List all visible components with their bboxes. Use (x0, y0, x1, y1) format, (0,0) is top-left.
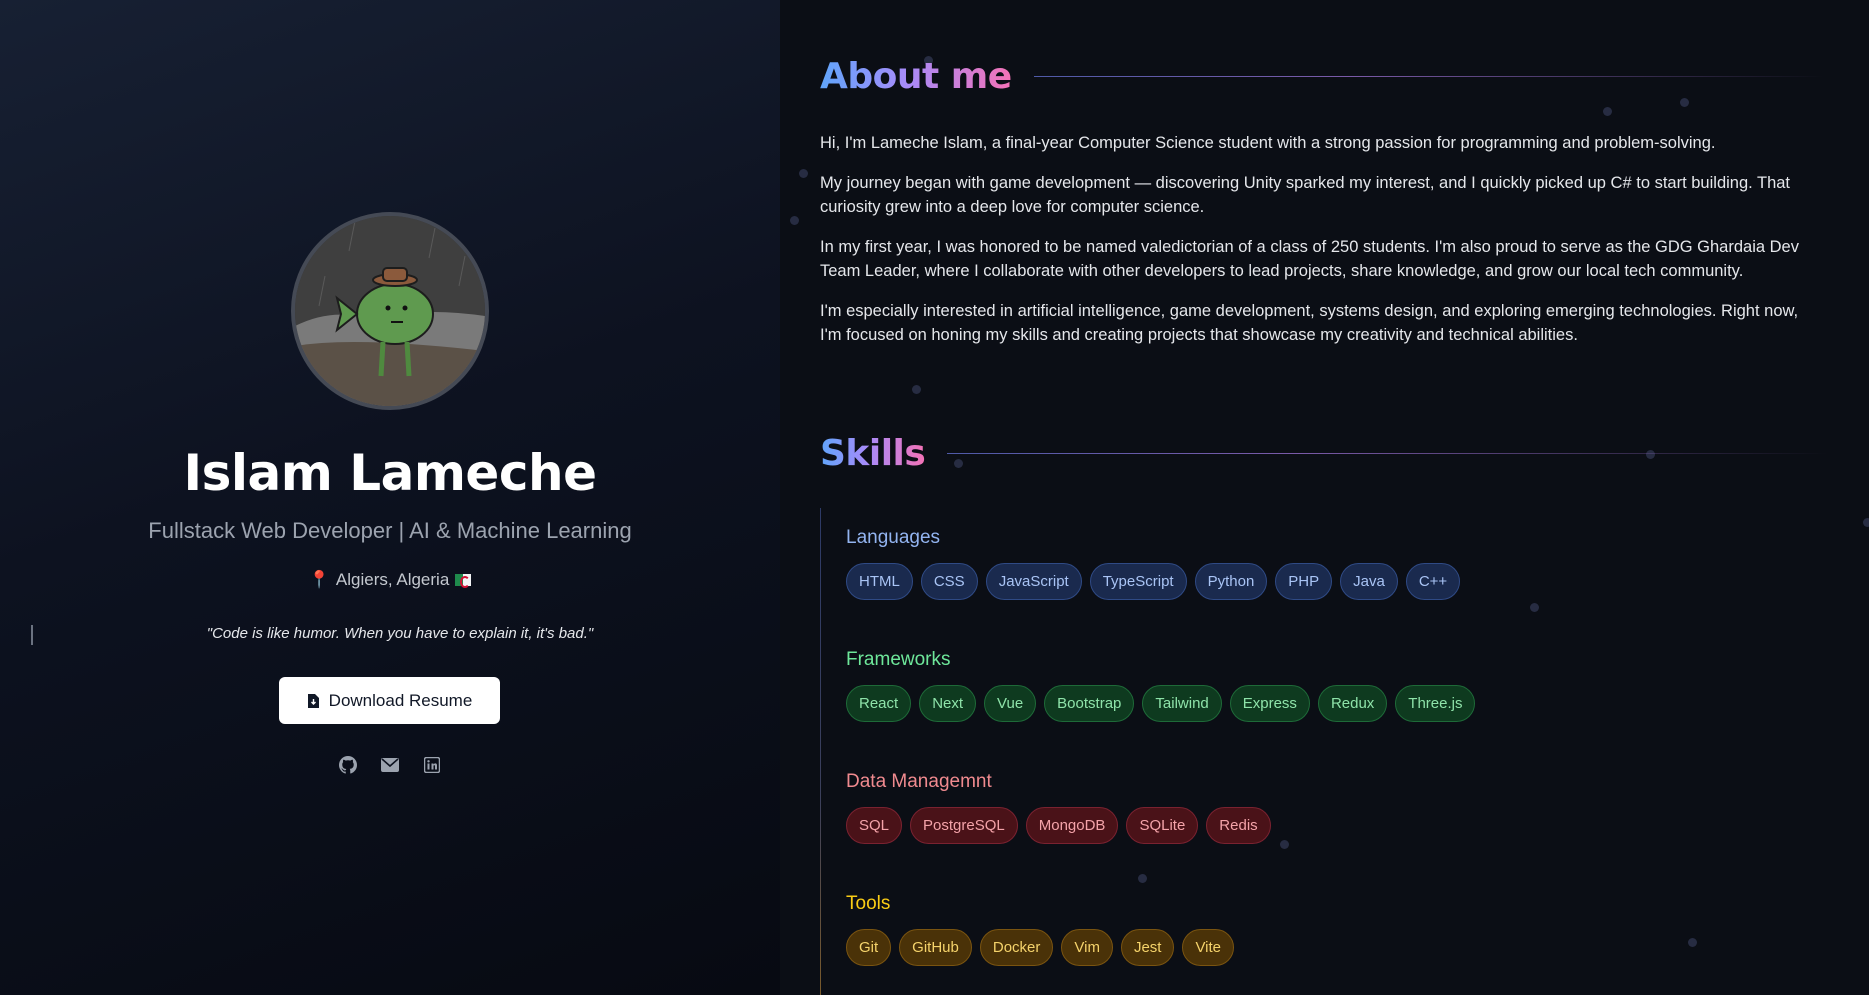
skill-chip: Next (919, 685, 977, 722)
file-download-icon (307, 693, 319, 708)
skill-chip: Vite (1182, 929, 1235, 966)
algeria-flag-icon (455, 574, 472, 588)
skill-group-data: Data Managemnt SQL PostgreSQL MongoDB SQ… (846, 771, 1271, 844)
skill-chip: CSS (920, 563, 978, 600)
skill-group-title: Frameworks (846, 649, 951, 670)
github-icon[interactable] (338, 755, 358, 775)
location-pin-icon: 📍 (308, 570, 330, 589)
profile-quote: "Code is like humor. When you have to ex… (206, 625, 594, 642)
skill-chip: Vim (1061, 929, 1113, 966)
skill-chip: Bootstrap (1044, 685, 1135, 722)
background-dot (799, 169, 808, 178)
skill-chip: Docker (979, 929, 1054, 966)
skill-chip: C++ (1405, 563, 1461, 600)
about-paragraph: I'm especially interested in artificial … (820, 302, 1799, 344)
skill-chip: PostgreSQL (910, 807, 1018, 844)
skill-chip: Express (1229, 685, 1310, 722)
profile-location: 📍 Algiers, Algeria (0, 570, 780, 590)
about-divider (1033, 76, 1824, 77)
background-dot (1680, 98, 1689, 107)
skill-chip: Git (846, 929, 892, 966)
skill-chip: Python (1194, 563, 1268, 600)
skill-chip: Three.js (1395, 685, 1476, 722)
skill-chip: GitHub (899, 929, 972, 966)
social-links (0, 755, 780, 775)
skill-chip: Jest (1120, 929, 1175, 966)
skill-chip: MongoDB (1025, 807, 1119, 844)
location-text: Algiers, Algeria (335, 570, 450, 589)
skills-list: Languages HTML CSS JavaScript TypeScript… (820, 508, 1860, 995)
profile-title: Fullstack Web Developer | AI & Machine L… (148, 518, 632, 543)
about-paragraph: Hi, I'm Lameche Islam, a final-year Comp… (820, 134, 1716, 152)
skill-chip: Java (1340, 563, 1398, 600)
skills-heading: Skills (820, 433, 926, 474)
skills-header: Skills (820, 433, 1828, 474)
skill-chip: JavaScript (985, 563, 1082, 600)
skill-group-frameworks: Frameworks React Next Vue Bootstrap Tail… (846, 649, 1476, 722)
skill-group-title: Data Managemnt (846, 771, 992, 792)
download-resume-button[interactable]: Download Resume (279, 677, 500, 724)
skill-chip: TypeScript (1089, 563, 1187, 600)
skill-chips: React Next Vue Bootstrap Tailwind Expres… (846, 685, 1476, 722)
skill-group-title: Languages (846, 527, 941, 548)
skill-group-languages: Languages HTML CSS JavaScript TypeScript… (846, 527, 1461, 600)
avatar-illustration (295, 216, 485, 406)
skill-group-title: Tools (846, 893, 891, 914)
about-paragraph: My journey began with game development —… (820, 174, 1791, 216)
download-resume-label: Download Resume (328, 690, 473, 710)
skill-chip: Vue (984, 685, 1037, 722)
skill-chip: Redux (1317, 685, 1388, 722)
skill-chips: SQL PostgreSQL MongoDB SQLite Redis (846, 807, 1271, 844)
skill-chips: HTML CSS JavaScript TypeScript Python PH… (846, 563, 1461, 600)
background-dot (912, 385, 921, 394)
skill-chip: PHP (1275, 563, 1333, 600)
background-dot (1603, 107, 1612, 116)
skills-divider (947, 453, 1828, 454)
skill-chip: HTML (846, 563, 913, 600)
about-heading: About me (820, 56, 1012, 97)
about-text: Hi, I'm Lameche Islam, a final-year Comp… (820, 131, 1820, 363)
about-header: About me (820, 56, 1824, 97)
skill-chip: SQLite (1126, 807, 1199, 844)
background-dot (790, 216, 799, 225)
skill-chips: Git GitHub Docker Vim Jest Vite (846, 929, 1235, 966)
skill-chip: Redis (1206, 807, 1271, 844)
background-dot (1863, 518, 1869, 527)
skill-chip: Tailwind (1142, 685, 1222, 722)
skill-chip: SQL (846, 807, 903, 844)
profile-panel: Islam Lameche Fullstack Web Developer | … (0, 0, 780, 995)
skill-group-tools: Tools Git GitHub Docker Vim Jest Vite (846, 893, 1235, 966)
skill-chip: React (846, 685, 912, 722)
about-paragraph: In my first year, I was honored to be na… (820, 238, 1799, 280)
linkedin-icon[interactable] (422, 755, 442, 775)
avatar (291, 212, 489, 410)
profile-name: Islam Lameche (183, 444, 597, 502)
mail-icon[interactable] (380, 755, 400, 775)
